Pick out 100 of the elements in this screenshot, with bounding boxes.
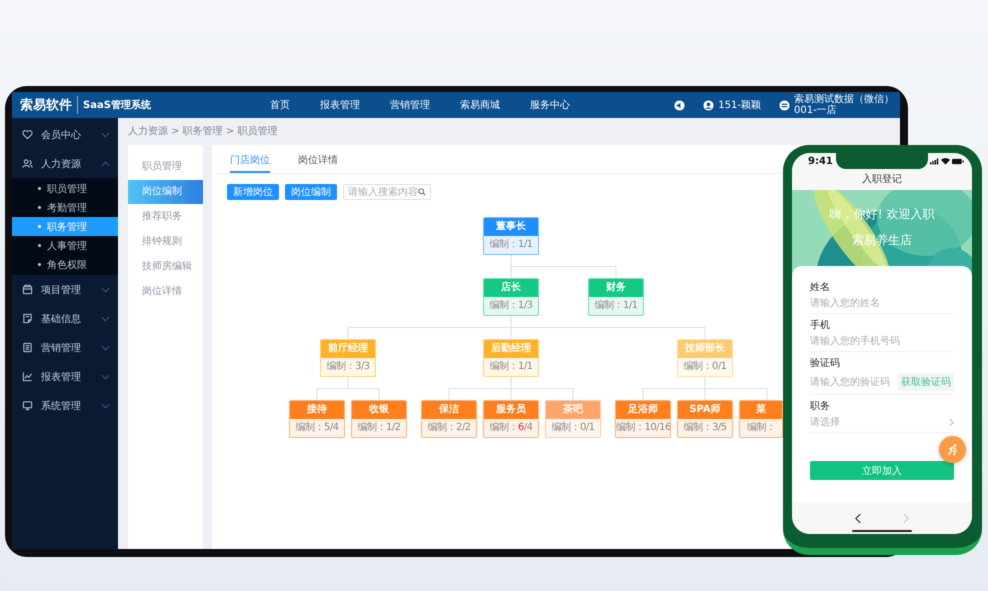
- node-title: 茶吧: [546, 401, 600, 419]
- node-quota: 编制：5/4: [290, 419, 344, 437]
- org-node[interactable]: 后勤经理 编制：1/1: [483, 339, 539, 377]
- logo-text: 索易软件: [20, 96, 78, 114]
- home-indicator: [852, 530, 912, 532]
- org-node[interactable]: SPA师 编制：3/5: [677, 400, 733, 438]
- node-quota: 编制：3/3: [321, 358, 375, 376]
- chart-icon: [22, 371, 33, 382]
- node-title: 财务: [589, 279, 643, 297]
- node-title: 董事长: [484, 218, 538, 236]
- node-title: 菜: [740, 401, 782, 419]
- node-title: 收银: [352, 401, 406, 419]
- node-quota: 编制：1/1: [484, 236, 538, 254]
- toolbar-button[interactable]: 新增岗位: [227, 184, 279, 200]
- monitor-icon: [22, 400, 33, 411]
- submenu-item[interactable]: 人事管理: [12, 236, 118, 255]
- sidebar-item[interactable]: 人力资源: [12, 149, 118, 178]
- runner-icon: [946, 442, 960, 456]
- node-title: 前厅经理: [321, 340, 375, 358]
- field-label: 姓名: [810, 281, 831, 294]
- signal-icon: [930, 158, 939, 165]
- sidebar-item[interactable]: 营销管理: [12, 333, 118, 362]
- sidebar-item[interactable]: 基础信息: [12, 304, 118, 333]
- node-title: 店长: [484, 279, 538, 297]
- node-title: 技师部长: [678, 340, 732, 358]
- org-node[interactable]: 接待 编制：5/4: [289, 400, 345, 438]
- submit-button[interactable]: 立即加入: [810, 461, 954, 480]
- node-quota: 编制：3/5: [678, 419, 732, 437]
- get-code-button[interactable]: 获取验证码: [898, 373, 954, 391]
- nav-link[interactable]: 营销管理: [390, 98, 430, 112]
- page-title: 入职登记: [792, 170, 972, 190]
- heart-icon: [22, 129, 33, 140]
- status-time: 9:41: [808, 156, 833, 167]
- node-quota: 编制：1/3: [484, 297, 538, 315]
- subnav-item[interactable]: 技师房编辑: [128, 255, 203, 279]
- org-node[interactable]: 菜 编制：: [739, 400, 783, 438]
- toolbar-button[interactable]: 岗位编制: [285, 184, 337, 200]
- nav-link[interactable]: 服务中心: [530, 98, 570, 112]
- node-quota: 编制：0/1: [678, 358, 732, 376]
- submenu-item[interactable]: 角色权限: [12, 255, 118, 274]
- nav-link[interactable]: 索易商城: [460, 98, 500, 112]
- node-quota: 编制：1/1: [484, 358, 538, 376]
- node-quota: 编制：0/1: [546, 419, 600, 437]
- org-node[interactable]: 茶吧 编制：0/1: [545, 400, 601, 438]
- org-node[interactable]: 财务 编制：1/1: [588, 278, 644, 316]
- store-code[interactable]: 001-一店: [794, 105, 894, 116]
- subnav-item[interactable]: 岗位编制: [128, 180, 203, 204]
- node-quota: 编制：1/1: [589, 297, 643, 315]
- node-title: 保洁: [422, 401, 476, 419]
- org-node[interactable]: 足浴师 编制：10/16: [615, 400, 671, 438]
- subnav-item[interactable]: 排钟规则: [128, 230, 203, 254]
- node-quota: 编制：1/2: [352, 419, 406, 437]
- org-node[interactable]: 服务员 编制：6/4: [483, 400, 539, 438]
- submenu-item[interactable]: 职员管理: [12, 179, 118, 198]
- node-quota: 编制：: [740, 419, 782, 437]
- sidebar-item[interactable]: 会员中心: [12, 120, 118, 149]
- node-title: 后勤经理: [484, 340, 538, 358]
- subnav-item[interactable]: 岗位详情: [128, 280, 203, 304]
- nav-link[interactable]: 报表管理: [320, 98, 360, 112]
- org-node[interactable]: 收银 编制：1/2: [351, 400, 407, 438]
- people-icon: [22, 158, 33, 169]
- org-node[interactable]: 店长 编制：1/3: [483, 278, 539, 316]
- node-title: SPA师: [678, 401, 732, 419]
- store-name[interactable]: 索易测试数据（微信）: [794, 94, 894, 105]
- breadcrumb: 人力资源 > 职务管理 > 职员管理: [127, 124, 278, 139]
- sidebar-item[interactable]: 项目管理: [12, 275, 118, 304]
- node-quota: 编制：2/2: [422, 419, 476, 437]
- org-node[interactable]: 董事长 编制：1/1: [483, 217, 539, 255]
- node-title: 服务员: [484, 401, 538, 419]
- store-icon[interactable]: [779, 100, 790, 110]
- greeting-text: 嗨，你好! 欢迎入职: [830, 206, 934, 223]
- sidebar-item[interactable]: 系统管理: [12, 391, 118, 420]
- tab[interactable]: 门店岗位: [230, 153, 270, 173]
- system-name: SaaS管理系统: [82, 98, 151, 112]
- field-label: 验证码: [810, 357, 841, 370]
- search-icon: [418, 188, 426, 196]
- org-node[interactable]: 前厅经理 编制：3/3: [320, 339, 376, 377]
- node-quota: 编制：6/4: [484, 419, 538, 437]
- org-node[interactable]: 保洁 编制：2/2: [421, 400, 477, 438]
- subnav-item[interactable]: 职员管理: [128, 155, 203, 179]
- org-node[interactable]: 技师部长 编制：0/1: [677, 339, 733, 377]
- book-icon: [22, 342, 33, 353]
- subnav-item[interactable]: 推荐职务: [128, 205, 203, 229]
- sidebar-item[interactable]: 报表管理: [12, 362, 118, 391]
- node-quota: 编制：10/16: [616, 419, 670, 437]
- node-title: 足浴师: [616, 401, 670, 419]
- submenu-item[interactable]: 考勤管理: [12, 198, 118, 217]
- submenu-item[interactable]: 职务管理: [12, 217, 118, 236]
- node-title: 接待: [290, 401, 344, 419]
- user-name[interactable]: 151-颖颖: [718, 100, 761, 110]
- field-label: 手机: [810, 318, 831, 332]
- folder-icon: [22, 284, 33, 295]
- chevron-right-icon: [949, 418, 954, 427]
- tab[interactable]: 岗位详情: [298, 153, 338, 173]
- speaker-icon[interactable]: [674, 100, 686, 110]
- back-icon[interactable]: [855, 512, 862, 524]
- nav-link[interactable]: 首页: [270, 98, 290, 112]
- user-icon[interactable]: [703, 100, 714, 110]
- battery-icon: [952, 158, 964, 165]
- wifi-icon: [941, 158, 950, 165]
